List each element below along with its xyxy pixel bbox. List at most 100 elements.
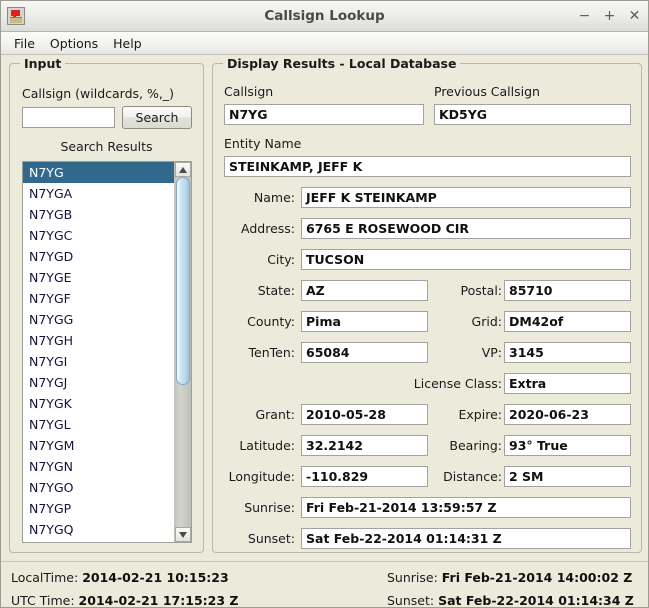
postal-label: Postal: — [460, 283, 503, 298]
distance-label: Distance: — [443, 469, 502, 484]
minimize-button[interactable]: − — [578, 9, 591, 23]
main-content: Input Callsign (wildcards, %,_) Search S… — [1, 55, 648, 561]
status-localtime-label: LocalTime: — [11, 570, 79, 585]
menu-item-file[interactable]: File — [8, 34, 41, 53]
list-item[interactable]: N7YGN — [23, 456, 174, 477]
address-value-field[interactable]: 6765 E ROSEWOOD CIR — [301, 218, 631, 239]
bearing-value-field[interactable]: 93° True — [504, 435, 631, 456]
grant-label: Grant: — [255, 407, 295, 422]
longitude-label: Longitude: — [228, 469, 295, 484]
entity-name-value-field[interactable]: STEINKAMP, JEFF K — [224, 156, 631, 177]
expire-label: Expire: — [458, 407, 502, 422]
grant-value-field[interactable]: 2010-05-28 — [301, 404, 428, 425]
list-item[interactable]: N7YGE — [23, 267, 174, 288]
list-item[interactable]: N7YGL — [23, 414, 174, 435]
entity-name-label: Entity Name — [224, 136, 302, 151]
sunset-label: Sunset: — [247, 531, 295, 546]
maximize-button[interactable]: + — [603, 9, 616, 23]
list-item[interactable]: N7YGH — [23, 330, 174, 351]
callsign-label: Callsign — [224, 84, 274, 99]
input-panel: Input Callsign (wildcards, %,_) Search S… — [9, 56, 204, 553]
status-sunset-label: Sunset: — [387, 593, 435, 608]
scroll-up-arrow-icon[interactable] — [175, 162, 191, 177]
list-item[interactable]: N7YGK — [23, 393, 174, 414]
tenten-value-field[interactable]: 65084 — [301, 342, 428, 363]
latitude-label: Latitude: — [239, 438, 295, 453]
list-item[interactable]: N7YGI — [23, 351, 174, 372]
grid-label: Grid: — [471, 314, 502, 329]
tenten-label: TenTen: — [248, 345, 295, 360]
list-item[interactable]: N7YGQ — [23, 519, 174, 540]
display-results-panel: Display Results - Local Database Callsig… — [212, 56, 642, 553]
status-utctime-value: 2014-02-21 17:15:23 Z — [78, 593, 239, 608]
scrollbar-track[interactable] — [175, 177, 191, 527]
sunset-value-field[interactable]: Sat Feb-22-2014 01:14:31 Z — [301, 528, 631, 549]
sunrise-label: Sunrise: — [244, 500, 295, 515]
title-bar: Callsign Lookup − + ✕ — [1, 1, 648, 32]
callsign-hint-label: Callsign (wildcards, %,_) — [22, 86, 174, 101]
status-localtime: LocalTime: 2014-02-21 10:15:23 — [11, 570, 229, 585]
list-item[interactable]: N7YGR — [23, 540, 174, 542]
vp-value-field[interactable]: 3145 — [504, 342, 631, 363]
distance-value-field[interactable]: 2 SM — [504, 466, 631, 487]
list-item[interactable]: N7YGD — [23, 246, 174, 267]
vp-label: VP: — [481, 345, 502, 360]
list-item[interactable]: N7YGC — [23, 225, 174, 246]
list-item[interactable]: N7YGO — [23, 477, 174, 498]
scroll-down-arrow-icon[interactable] — [175, 527, 191, 542]
status-sunset-value: Sat Feb-22-2014 01:14:34 Z — [438, 593, 634, 608]
latitude-value-field[interactable]: 32.2142 — [301, 435, 428, 456]
postal-value-field[interactable]: 85710 — [504, 280, 631, 301]
list-item[interactable]: N7YGB — [23, 204, 174, 225]
city-value-field[interactable]: TUCSON — [301, 249, 631, 270]
results-scrollbar[interactable] — [174, 162, 191, 542]
list-item[interactable]: N7YGM — [23, 435, 174, 456]
menu-item-options[interactable]: Options — [44, 34, 104, 53]
search-button[interactable]: Search — [122, 106, 192, 129]
county-label: County: — [247, 314, 295, 329]
address-label: Address: — [241, 221, 295, 236]
list-item[interactable]: N7YG — [23, 162, 174, 183]
menu-bar: File Options Help — [1, 32, 648, 55]
search-results-label: Search Results — [60, 139, 153, 154]
expire-value-field[interactable]: 2020-06-23 — [504, 404, 631, 425]
display-results-title: Display Results - Local Database — [223, 56, 461, 71]
list-item[interactable]: N7YGP — [23, 498, 174, 519]
callsign-value-field[interactable]: N7YG — [224, 104, 424, 125]
scrollbar-thumb[interactable] — [176, 177, 190, 385]
status-localtime-value: 2014-02-21 10:15:23 — [82, 570, 229, 585]
bearing-label: Bearing: — [449, 438, 502, 453]
search-results-list[interactable]: N7YG N7YGA N7YGB N7YGC N7YGD N7YGE N7YGF N7YGG N… — [23, 162, 174, 542]
list-item[interactable]: N7YGF — [23, 288, 174, 309]
name-value-field[interactable]: JEFF K STEINKAMP — [301, 187, 631, 208]
status-sunrise: Sunrise: Fri Feb-21-2014 14:00:02 Z — [387, 570, 632, 585]
window-title: Callsign Lookup — [264, 8, 385, 24]
longitude-value-field[interactable]: -110.829 — [301, 466, 428, 487]
city-label: City: — [267, 252, 295, 267]
state-label: State: — [257, 283, 295, 298]
input-panel-title: Input — [20, 56, 66, 71]
close-button[interactable]: ✕ — [628, 9, 641, 23]
menu-item-help[interactable]: Help — [107, 34, 148, 53]
list-item[interactable]: N7YGG — [23, 309, 174, 330]
sunrise-value-field[interactable]: Fri Feb-21-2014 13:59:57 Z — [301, 497, 631, 518]
list-item[interactable]: N7YGA — [23, 183, 174, 204]
previous-callsign-value-field[interactable]: KD5YG — [434, 104, 631, 125]
status-sunrise-label: Sunrise: — [387, 570, 438, 585]
county-value-field[interactable]: Pima — [301, 311, 428, 332]
status-bar: LocalTime: 2014-02-21 10:15:23 UTC Time:… — [1, 561, 648, 608]
status-utctime: UTC Time: 2014-02-21 17:15:23 Z — [11, 593, 239, 608]
name-label: Name: — [253, 190, 295, 205]
status-sunset: Sunset: Sat Feb-22-2014 01:14:34 Z — [387, 593, 634, 608]
search-results-listbox[interactable]: N7YG N7YGA N7YGB N7YGC N7YGD N7YGE N7YGF N7YGG N… — [22, 161, 192, 543]
license-class-value-field[interactable]: Extra — [504, 373, 631, 394]
license-class-label: License Class: — [413, 376, 502, 391]
callsign-input[interactable] — [22, 107, 115, 128]
list-item[interactable]: N7YGJ — [23, 372, 174, 393]
grid-value-field[interactable]: DM42of — [504, 311, 631, 332]
previous-callsign-label: Previous Callsign — [434, 84, 540, 99]
status-sunrise-value: Fri Feb-21-2014 14:00:02 Z — [441, 570, 633, 585]
app-icon — [7, 7, 25, 25]
status-utctime-label: UTC Time: — [11, 593, 75, 608]
state-value-field[interactable]: AZ — [301, 280, 428, 301]
